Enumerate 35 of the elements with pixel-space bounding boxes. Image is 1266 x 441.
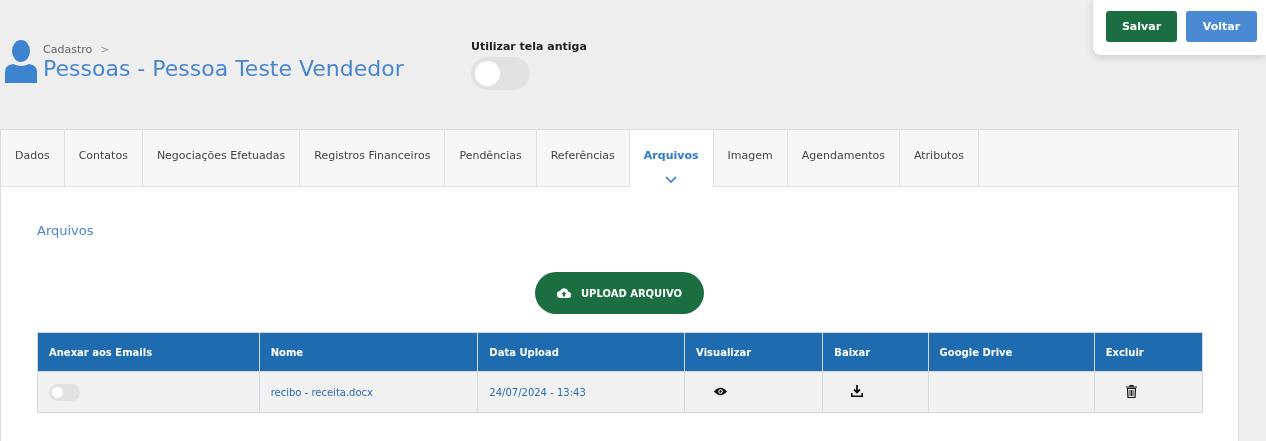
tab[interactable]: Dados — [1, 130, 65, 186]
section-title: Arquivos — [37, 223, 95, 238]
column-header: Data Upload — [477, 332, 685, 372]
trash-icon[interactable] — [1125, 384, 1137, 398]
tab[interactable]: Negociações Efetuadas — [142, 130, 301, 186]
column-header: Anexar aos Emails — [37, 332, 260, 372]
tab[interactable]: Contatos — [64, 130, 143, 186]
tab[interactable]: Pendências — [445, 130, 537, 186]
download-icon[interactable] — [851, 385, 864, 397]
page-title: Pessoas - Pessoa Teste Vendedor — [43, 55, 404, 81]
column-header: Excluir — [1094, 332, 1203, 372]
column-header: Baixar — [822, 332, 929, 372]
tab[interactable]: Referências — [536, 130, 630, 186]
tab[interactable]: Agendamentos — [787, 130, 900, 186]
breadcrumb-link[interactable]: Cadastro — [43, 42, 93, 56]
toggle-switch[interactable] — [471, 57, 530, 90]
table-cell: recibo - receita.docx — [259, 371, 478, 413]
column-header: Visualizar — [684, 332, 823, 372]
tab[interactable]: Arquivos — [629, 130, 714, 187]
tab[interactable]: Atributos — [899, 130, 979, 186]
column-header: Google Drive — [928, 332, 1095, 372]
toggle-label: Utilizar tela antiga — [471, 40, 587, 53]
tab[interactable]: Imagem — [713, 130, 788, 186]
save-button[interactable]: Salvar — [1106, 11, 1177, 42]
attach-toggle[interactable] — [49, 383, 80, 401]
chevron-down-icon — [665, 176, 678, 183]
cloud-upload-icon — [556, 288, 571, 298]
upload-button[interactable]: UPLOAD ARQUIVO — [534, 272, 705, 314]
breadcrumb-separator: > — [100, 42, 110, 56]
person-icon — [5, 40, 37, 83]
column-header: Nome — [259, 332, 478, 372]
eye-icon[interactable] — [714, 386, 728, 396]
table-cell: 24/07/2024 - 13:43 — [477, 371, 685, 413]
tab[interactable]: Registros Financeiros — [300, 130, 446, 186]
back-button[interactable]: Voltar — [1186, 11, 1257, 42]
